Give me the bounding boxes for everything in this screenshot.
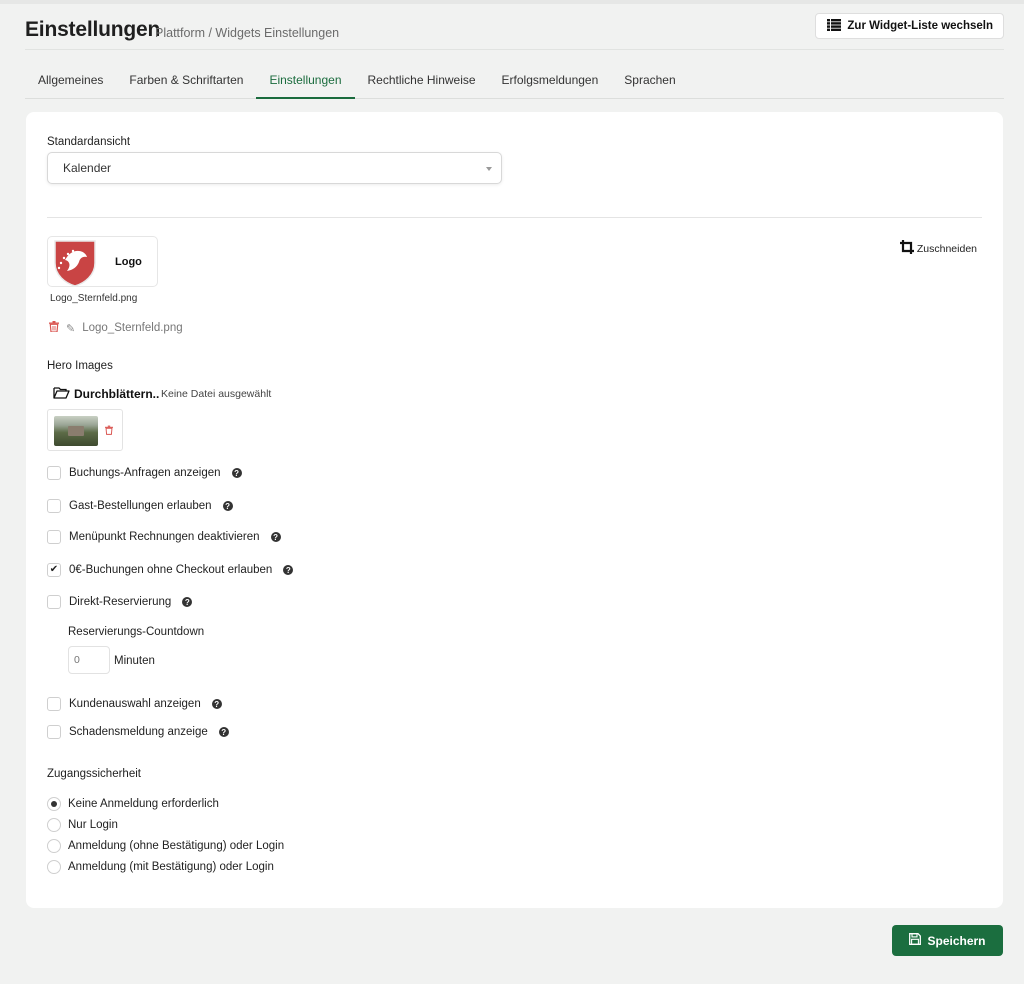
reservierungs-countdown-label: Reservierungs-Countdown <box>68 626 205 638</box>
switch-to-widget-list-button[interactable]: Zur Widget-Liste wechseln <box>815 13 1004 39</box>
tab-farben-schriftarten[interactable]: Farben & Schriftarten <box>116 62 256 99</box>
floppy-disk-icon <box>909 933 922 948</box>
radio-row-nur-login: Nur Login <box>47 818 118 832</box>
checkbox-row-schadensmeldung: Schadensmeldung anzeige ? <box>47 725 229 739</box>
radio-row-anmeldung-ohne-bestaetigung: Anmeldung (ohne Bestätigung) oder Login <box>47 839 284 853</box>
schadensmeldung-checkbox[interactable] <box>47 725 61 739</box>
null-euro-buchungen-checkbox[interactable] <box>47 563 61 577</box>
page-subtitle: Plattform / Widgets Einstellungen <box>155 26 340 40</box>
trash-icon[interactable] <box>49 321 59 335</box>
hero-images-label: Hero Images <box>47 360 113 372</box>
question-circle-icon[interactable]: ? <box>283 565 294 575</box>
standardansicht-label: Standardansicht <box>47 136 131 148</box>
gast-bestellungen-checkbox[interactable] <box>47 499 61 513</box>
browse-button[interactable]: Durchblättern.. <box>53 386 159 402</box>
anmeldung-ohne-bestaetigung-label: Anmeldung (ohne Bestätigung) oder Login <box>68 840 285 852</box>
section-divider <box>47 217 982 218</box>
anmeldung-ohne-bestaetigung-radio[interactable] <box>47 839 61 853</box>
radio-row-keine-anmeldung: Keine Anmeldung erforderlich <box>47 797 219 811</box>
schadensmeldung-label: Schadensmeldung anzeige <box>69 726 208 738</box>
top-border <box>0 0 1024 4</box>
folder-open-icon <box>53 386 70 402</box>
page-title: Einstellungen <box>25 18 161 41</box>
radio-row-anmeldung-mit-bestaetigung: Anmeldung (mit Bestätigung) oder Login <box>47 860 274 874</box>
buchungs-anfragen-label: Buchungs-Anfragen anzeigen <box>69 467 221 479</box>
checkbox-row-direkt-reservierung: Direkt-Reservierung ? <box>47 595 193 609</box>
checkbox-row-rechnungen: Menüpunkt Rechnungen deaktivieren ? <box>47 530 281 544</box>
question-circle-icon[interactable]: ? <box>182 597 193 607</box>
crop-label: Zuschneiden <box>916 242 977 255</box>
checkbox-row-gast-bestellungen: Gast-Bestellungen erlauben ? <box>47 499 233 513</box>
zugangssicherheit-label: Zugangssicherheit <box>47 768 141 780</box>
checkbox-row-kundenauswahl: Kundenauswahl anzeigen ? <box>47 697 222 711</box>
standardansicht-value: Kalender <box>63 161 112 175</box>
keine-anmeldung-label: Keine Anmeldung erforderlich <box>68 798 219 810</box>
settings-card: Standardansicht Kalender Logo Zuschneide… <box>26 112 1003 908</box>
hero-image-thumbnail <box>54 416 98 446</box>
nur-login-radio[interactable] <box>47 818 61 832</box>
question-circle-icon[interactable]: ? <box>211 699 222 709</box>
question-circle-icon[interactable]: ? <box>231 468 242 478</box>
shield-logo-icon <box>53 239 97 290</box>
logo-filename: Logo_Sternfeld.png <box>50 293 138 304</box>
anmeldung-mit-bestaetigung-label: Anmeldung (mit Bestätigung) oder Login <box>68 861 274 873</box>
tab-rechtliche-hinweise[interactable]: Rechtliche Hinweise <box>355 62 489 99</box>
crop-button[interactable]: Zuschneiden <box>899 240 977 257</box>
hero-image-thumbnail-box <box>47 409 123 451</box>
buchungs-anfragen-checkbox[interactable] <box>47 466 61 480</box>
page-header: Einstellungen Plattform / Widgets Einste… <box>25 13 1004 50</box>
kundenauswahl-checkbox[interactable] <box>47 697 61 711</box>
tab-bar: Allgemeines Farben & Schriftarten Einste… <box>25 62 1004 99</box>
question-circle-icon[interactable]: ? <box>218 727 229 737</box>
trash-icon[interactable] <box>105 424 113 438</box>
anmeldung-mit-bestaetigung-radio[interactable] <box>47 860 61 874</box>
checkbox-row-null-euro-buchungen: 0€-Buchungen ohne Checkout erlauben ? <box>47 563 294 577</box>
paperclip-icon: ✎ <box>66 322 76 335</box>
keine-anmeldung-radio[interactable] <box>47 797 61 811</box>
tab-sprachen[interactable]: Sprachen <box>611 62 688 99</box>
logo-file-row: ✎ Logo_Sternfeld.png <box>49 321 183 335</box>
nur-login-label: Nur Login <box>68 819 118 831</box>
null-euro-buchungen-label: 0€-Buchungen ohne Checkout erlauben <box>69 564 273 576</box>
kundenauswahl-label: Kundenauswahl anzeigen <box>69 698 201 710</box>
list-icon <box>827 18 842 34</box>
question-circle-icon[interactable]: ? <box>222 501 233 511</box>
logo-text: Logo <box>115 256 142 268</box>
direkt-reservierung-checkbox[interactable] <box>47 595 61 609</box>
question-circle-icon[interactable]: ? <box>270 532 281 542</box>
save-button-label: Speichern <box>927 933 986 948</box>
chevron-down-icon <box>486 167 492 171</box>
rechnungen-deaktivieren-checkbox[interactable] <box>47 530 61 544</box>
logo-preview: Logo <box>47 236 158 287</box>
standardansicht-select[interactable]: Kalender <box>47 152 502 184</box>
minutes-unit-label: Minuten <box>114 655 155 667</box>
crop-icon <box>899 240 914 257</box>
tab-erfolgsmeldungen[interactable]: Erfolgsmeldungen <box>489 62 612 99</box>
direkt-reservierung-label: Direkt-Reservierung <box>69 596 172 608</box>
tab-einstellungen[interactable]: Einstellungen <box>256 62 355 99</box>
save-button[interactable]: Speichern <box>892 925 1003 956</box>
logo-file-link[interactable]: Logo_Sternfeld.png <box>82 322 182 334</box>
browse-label: Durchblättern.. <box>74 387 160 401</box>
rechnungen-deaktivieren-label: Menüpunkt Rechnungen deaktivieren <box>69 531 260 543</box>
tab-allgemeines[interactable]: Allgemeines <box>25 62 116 99</box>
countdown-minutes-input[interactable] <box>68 646 110 674</box>
checkbox-row-buchungs-anfragen: Buchungs-Anfragen anzeigen ? <box>47 466 242 480</box>
gast-bestellungen-label: Gast-Bestellungen erlauben <box>69 500 212 512</box>
no-file-selected: Keine Datei ausgewählt <box>161 388 272 400</box>
switch-button-label: Zur Widget-Liste wechseln <box>847 20 993 32</box>
